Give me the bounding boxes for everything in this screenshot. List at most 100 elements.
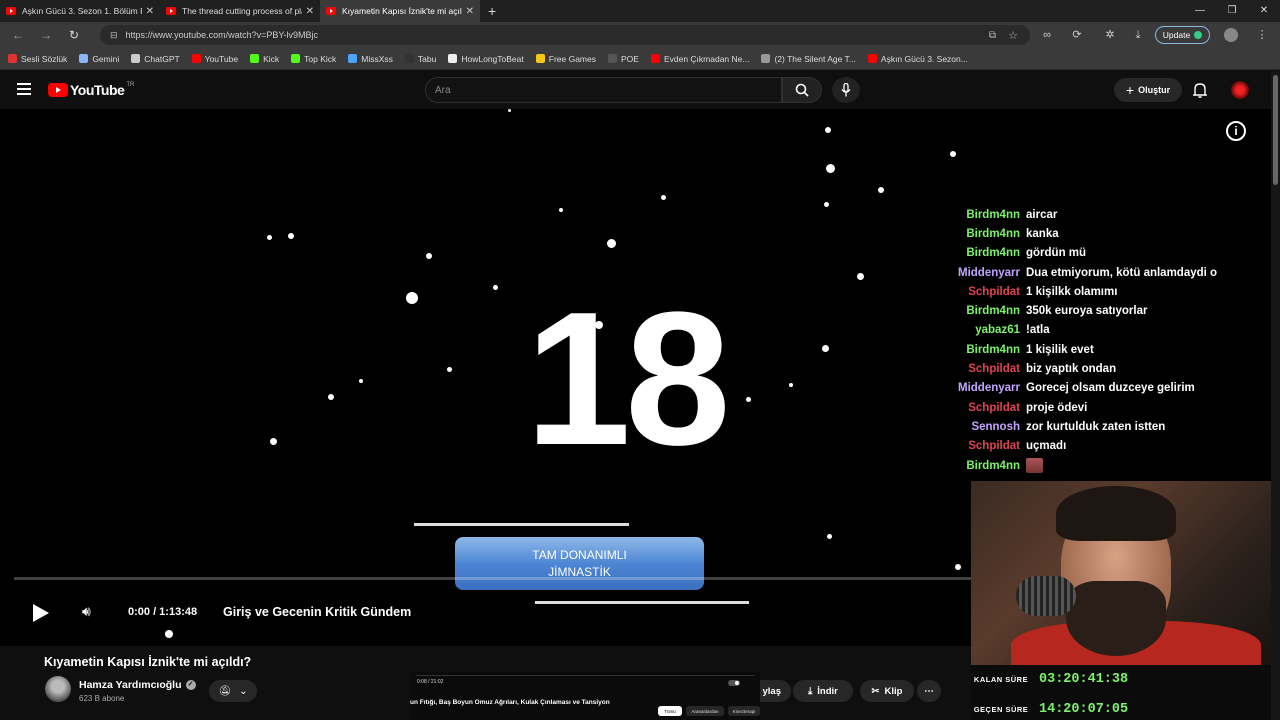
chat-message: Sennosh zor kurtulduk zaten istten — [950, 417, 1270, 436]
maximize-icon[interactable]: ❐ — [1216, 0, 1248, 22]
bookmark-star-icon[interactable]: ☆ — [1008, 29, 1018, 42]
chat-username: Birdm4nn — [966, 305, 1020, 318]
bookmark-label: Free Games — [548, 53, 596, 64]
bookmark-favicon-icon — [8, 54, 17, 63]
bookmark-item[interactable]: Evden Çıkmadan Ne... — [650, 54, 749, 64]
site-info-icon[interactable]: ⊟ — [110, 30, 118, 41]
streamer-webcam — [971, 481, 1280, 665]
download-icon[interactable]: ⤓ — [1128, 22, 1148, 48]
browser-tab-2[interactable]: The thread cutting process of pla ✕ — [160, 0, 320, 22]
channel-name-row[interactable]: Hamza Yardımcıoğlu ✓ — [79, 679, 196, 691]
youtube-header: YouTube TR Ara + Oluştur — [0, 71, 1280, 109]
browser-tab-1[interactable]: Aşkın Gücü 3. Sezon 1. Bölüm FUL ✕ — [0, 0, 160, 22]
snow-particle — [426, 253, 432, 259]
bookmark-item[interactable]: Top Kick — [291, 54, 336, 64]
youtube-logo[interactable]: YouTube TR — [48, 82, 134, 98]
update-button[interactable]: Update — [1155, 26, 1210, 44]
snow-particle — [822, 345, 829, 352]
extension-icon[interactable]: ∞ — [1037, 22, 1057, 48]
channel-name: Hamza Yardımcıoğlu — [79, 679, 182, 691]
profile-avatar[interactable] — [1224, 28, 1238, 42]
scrollbar-thumb[interactable] — [1273, 75, 1278, 185]
remaining-value: 03:20:41:38 — [1039, 671, 1129, 687]
page-scrollbar[interactable] — [1271, 71, 1280, 720]
chat-text: 1 kişilik evet — [1026, 343, 1094, 356]
chat-text: 1 kişilkk olamımı — [1026, 285, 1118, 298]
chevron-down-icon: ⌄ — [239, 685, 248, 697]
reload-icon[interactable]: ↻ — [60, 28, 88, 42]
bookmark-label: Top Kick — [304, 53, 337, 64]
forward-icon[interactable]: → — [32, 28, 60, 42]
bookmark-item[interactable]: ChatGPT — [131, 54, 180, 64]
chat-text: biz yaptık ondan — [1026, 363, 1117, 376]
tab-title: The thread cutting process of pla — [182, 6, 302, 16]
minimize-icon[interactable]: — — [1184, 0, 1216, 22]
chat-username: Birdm4nn — [966, 227, 1020, 240]
snow-particle — [746, 397, 751, 402]
bookmark-label: Aşkın Gücü 3. Sezon... — [880, 53, 968, 64]
bookmark-item[interactable]: MissXss — [348, 54, 393, 64]
snow-particle — [826, 164, 835, 173]
close-window-icon[interactable]: ✕ — [1248, 0, 1280, 22]
notifications-bell-icon[interactable] — [1193, 82, 1207, 98]
search-input[interactable]: Ara — [425, 77, 782, 103]
bookmark-item[interactable]: Gemini — [79, 54, 119, 64]
browser-tab-3[interactable]: Kıyametin Kapısı İznik'te mi açıldı ✕ — [320, 0, 480, 22]
clip-label: Klip — [884, 685, 903, 697]
bookmark-item[interactable]: HowLongToBeat — [448, 54, 524, 64]
volume-icon[interactable]: 🔊︎ — [82, 603, 91, 620]
info-icon[interactable]: i — [1226, 121, 1246, 141]
clip-button[interactable]: ✂ Klip — [860, 680, 914, 702]
account-avatar[interactable] — [1231, 81, 1249, 99]
extensions-puzzle-icon[interactable]: ✲ — [1100, 22, 1120, 48]
search-button[interactable] — [782, 77, 822, 103]
chat-message: Schpildat biz yaptık ondan — [950, 359, 1270, 378]
close-icon[interactable]: ✕ — [306, 6, 314, 17]
bookmark-item[interactable]: Free Games — [535, 53, 596, 64]
close-icon[interactable]: ✕ — [146, 6, 154, 17]
bookmark-item[interactable]: Tabu — [404, 53, 437, 64]
chapter-title[interactable]: Giriş ve Gecenin Kritik Gündem — [223, 605, 411, 619]
hamburger-menu-icon[interactable] — [17, 83, 31, 95]
chat-message: yabaz61 !atla — [950, 321, 1270, 340]
more-actions-button[interactable]: ⋯ — [917, 680, 941, 702]
chat-text: uçmadı — [1026, 440, 1067, 453]
back-icon[interactable]: ← — [4, 28, 32, 42]
snow-particle — [950, 151, 956, 157]
bookmark-label: Tabu — [417, 53, 437, 64]
voice-search-button[interactable] — [832, 77, 860, 103]
channel-avatar[interactable] — [45, 676, 71, 702]
url-field[interactable]: ⊟ https://www.youtube.com/watch?v=PBY-lv… — [100, 25, 1030, 45]
new-tab-icon[interactable]: + — [488, 3, 496, 19]
refresh-extension-icon[interactable]: ⟳ — [1067, 22, 1087, 48]
bookmark-item[interactable]: Aşkın Gücü 3. Sezon... — [867, 53, 968, 64]
bookmark-label: (2) The Silent Age T... — [774, 53, 856, 64]
snow-particle — [447, 367, 452, 372]
embedded-progress-bar — [416, 675, 754, 676]
close-icon[interactable]: ✕ — [466, 6, 474, 17]
snow-particle — [595, 321, 603, 329]
chat-text: kanka — [1026, 227, 1059, 240]
snow-particle — [508, 109, 511, 112]
bookmark-item[interactable]: (2) The Silent Age T... — [761, 53, 856, 64]
bookmark-favicon-icon — [250, 54, 260, 63]
chat-username: Schpildat — [968, 363, 1020, 376]
create-button[interactable]: + Oluştur — [1114, 78, 1182, 102]
play-icon[interactable] — [33, 604, 49, 622]
elapsed-timer: GEÇEN SÜRE 14:20:07:05 — [971, 697, 1280, 720]
download-button[interactable]: ⤓ İndir — [793, 680, 853, 702]
notification-settings-button[interactable]: 🔕︎ ⌄ — [209, 680, 257, 702]
verified-check-icon: ✓ — [185, 680, 196, 690]
bookmark-item[interactable]: Kick — [250, 54, 279, 64]
bookmark-item[interactable]: POE — [608, 54, 639, 64]
snow-particle — [824, 202, 829, 207]
webcam-hair — [1056, 486, 1176, 541]
bookmark-item[interactable]: YouTube — [191, 54, 238, 64]
tab-actions-icon[interactable]: ⧉ — [989, 30, 996, 41]
more-menu-icon[interactable]: ⋮ — [1252, 22, 1272, 48]
chip-kinesitherapy: Kinezterapi — [728, 706, 760, 716]
elapsed-label: GEÇEN SÜRE — [973, 704, 1029, 714]
countdown-number: 18 — [525, 273, 730, 485]
bookmark-item[interactable]: Sesli Sözlük — [8, 54, 67, 64]
snow-particle — [827, 534, 832, 539]
